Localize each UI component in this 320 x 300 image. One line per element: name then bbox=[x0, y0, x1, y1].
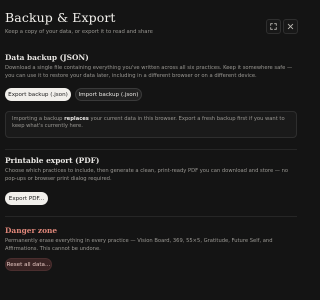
backup-heading: Data backup (JSON) bbox=[5, 53, 89, 62]
danger-heading: Danger zone bbox=[5, 226, 58, 235]
export-pdf-button[interactable]: Export PDF... bbox=[5, 192, 48, 205]
danger-description: Permanently erase everything in every pr… bbox=[5, 238, 273, 252]
import-warning-note: Importing a backup replaces your current… bbox=[5, 111, 297, 138]
printable-description: Choose which practices to include, then … bbox=[5, 168, 289, 182]
export-backup-button[interactable]: Export backup (.json) bbox=[5, 88, 71, 101]
section-divider bbox=[5, 216, 297, 217]
import-backup-button[interactable]: Import backup (.json) bbox=[75, 88, 142, 101]
close-button[interactable] bbox=[283, 19, 298, 34]
close-icon bbox=[287, 23, 294, 30]
expand-button[interactable] bbox=[266, 19, 281, 34]
note-emphasis: replaces bbox=[64, 116, 89, 122]
dialog-header: Backup & Export Keep a copy of your data… bbox=[0, 0, 300, 44]
note-text-start: Importing a backup bbox=[12, 116, 65, 122]
reset-all-data-button[interactable]: Reset all data... bbox=[5, 258, 52, 271]
expand-icon bbox=[270, 23, 277, 30]
section-divider bbox=[5, 149, 297, 150]
page-title: Backup & Export bbox=[5, 10, 116, 25]
printable-heading: Printable export (PDF) bbox=[5, 156, 100, 165]
backup-description: Download a single file containing everyt… bbox=[5, 65, 293, 79]
page-subtitle: Keep a copy of your data, or export it t… bbox=[5, 29, 153, 35]
